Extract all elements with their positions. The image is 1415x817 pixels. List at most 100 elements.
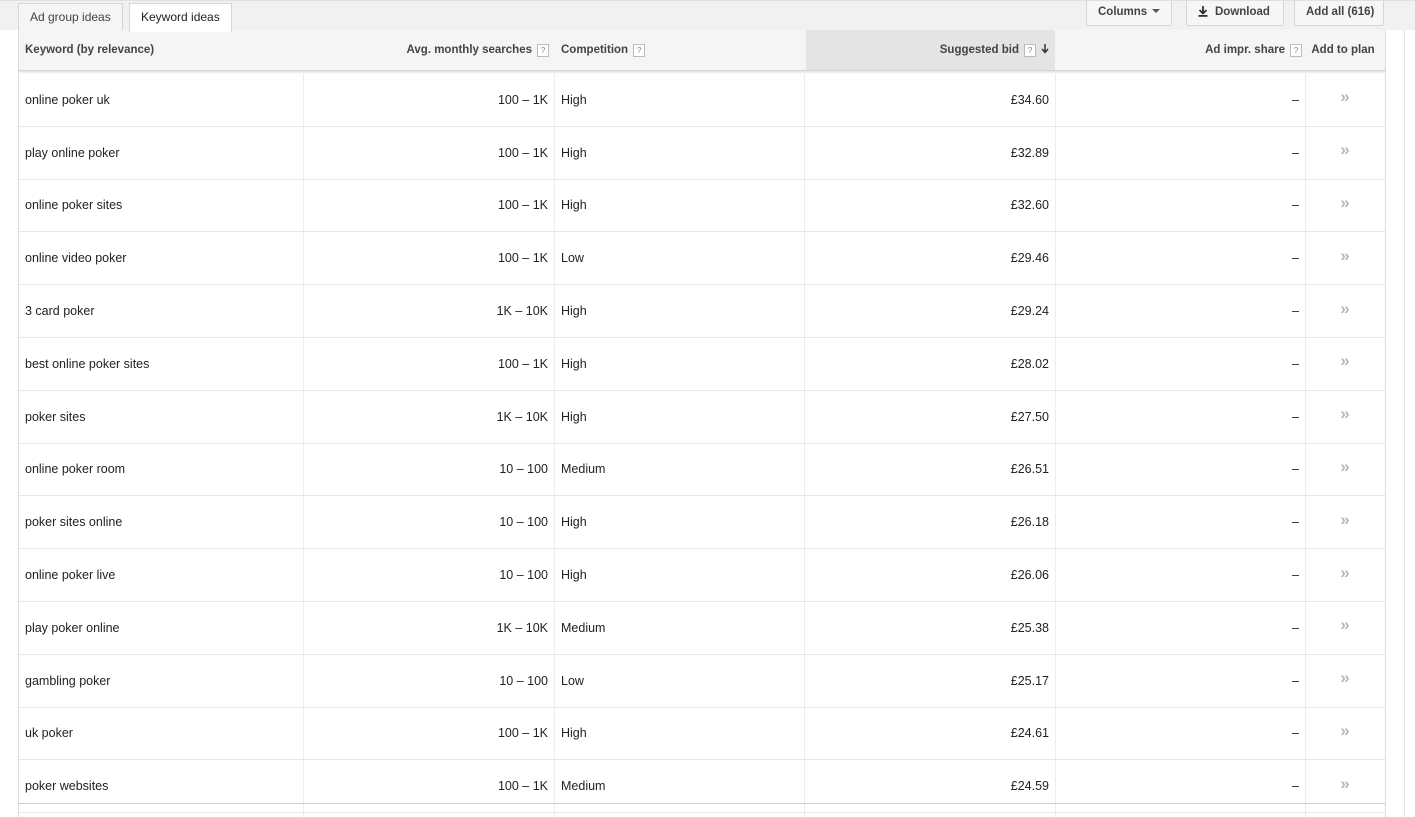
keyword-cell-text: gambling poker (25, 673, 111, 688)
add-all-button[interactable]: Add all (616) (1294, 1, 1384, 26)
keyword-cell-text: online poker room (25, 462, 126, 477)
avg-searches-cell: 100 – 1K (303, 74, 554, 126)
add-to-plan-icon[interactable]: » (1340, 458, 1349, 475)
help-icon[interactable]: ? (537, 44, 549, 57)
suggested-bid-cell: £25.38 (804, 602, 1055, 654)
keyword-cell-text: play poker online (25, 620, 120, 635)
add-to-plan-icon[interactable]: » (1340, 405, 1349, 422)
competition-cell-text: High (561, 568, 587, 583)
competition-cell: High (554, 127, 804, 179)
keyword-cell: gambling poker (19, 655, 303, 707)
columns-button-label: Columns (1098, 6, 1148, 18)
ad-impr-share-cell-text: – (1292, 779, 1299, 794)
avg-searches-cell: 10 – 100 (303, 496, 554, 548)
keyword-cell-text: poker sites online (25, 515, 123, 530)
suggested-bid-cell-text: £24.61 (1010, 726, 1049, 741)
avg-searches-cell: 1K – 10K (303, 391, 554, 443)
competition-cell: High (554, 180, 804, 232)
competition-cell: High (554, 496, 804, 548)
suggested-bid-cell: £29.24 (804, 285, 1055, 337)
tab-keyword-ideas[interactable]: Keyword ideas (129, 3, 232, 32)
header-bid-label: Suggested bid (939, 44, 1019, 56)
add-to-plan-icon[interactable]: » (1340, 722, 1349, 739)
keyword-cell: poker sites online (19, 496, 303, 548)
keyword-cell: play poker online (19, 602, 303, 654)
columns-button[interactable]: Columns (1086, 1, 1172, 26)
avg-searches-cell: 10 – 100 (303, 549, 554, 601)
add-to-plan-cell: » (1305, 338, 1385, 390)
add-to-plan-icon[interactable]: » (1340, 194, 1349, 211)
competition-cell-text: High (561, 198, 587, 213)
header-avg-monthly-searches[interactable]: Avg. monthly searches? (303, 30, 554, 70)
avg-searches-cell-text: 100 – 1K (497, 779, 548, 794)
ad-impr-share-cell-text: – (1292, 356, 1299, 371)
ad-impr-share-cell-text: – (1292, 304, 1299, 319)
add-to-plan-icon[interactable]: » (1340, 669, 1349, 686)
help-icon[interactable]: ? (1024, 44, 1036, 57)
tab-ad-group-ideas[interactable]: Ad group ideas (18, 3, 123, 31)
download-button[interactable]: Download (1186, 1, 1284, 26)
header-keyword[interactable]: Keyword (by relevance) (19, 30, 303, 70)
ad-impr-share-cell-text: – (1292, 673, 1299, 688)
ad-impr-share-cell: – (1055, 74, 1305, 126)
add-to-plan-icon[interactable]: » (1340, 775, 1349, 792)
download-button-label: Download (1215, 6, 1270, 18)
avg-searches-cell: 100 – 1K (303, 180, 554, 232)
suggested-bid-cell: £27.50 (804, 391, 1055, 443)
avg-searches-cell: 1K – 10K (303, 285, 554, 337)
keyword-cell: online video poker (19, 232, 303, 284)
avg-searches-cell-text: 100 – 1K (497, 92, 548, 107)
suggested-bid-cell-text: £28.02 (1010, 356, 1049, 371)
add-to-plan-icon[interactable]: » (1340, 141, 1349, 158)
header-add-to-plan: Add to plan (1305, 30, 1385, 70)
competition-cell: Medium (554, 760, 804, 812)
table-bottom-border (18, 803, 1386, 804)
ad-impr-share-cell-text: – (1292, 198, 1299, 213)
header-suggested-bid[interactable]: Suggested bid? (806, 30, 1055, 70)
competition-cell-text: High (561, 515, 587, 530)
suggested-bid-cell: £24.59 (804, 760, 1055, 812)
keyword-cell-text: online poker live (25, 568, 116, 583)
keyword-cell: play online poker (19, 127, 303, 179)
help-icon[interactable]: ? (633, 44, 646, 57)
competition-cell-text: Low (561, 251, 584, 266)
suggested-bid-cell: £26.06 (804, 549, 1055, 601)
add-to-plan-icon[interactable]: » (1340, 352, 1349, 369)
table-body: online poker uk 100 – 1K High £34.60–» play … (19, 74, 1385, 814)
suggested-bid-cell-text: £26.18 (1010, 515, 1049, 530)
add-to-plan-icon[interactable]: » (1340, 300, 1349, 317)
add-to-plan-icon[interactable]: » (1340, 88, 1349, 105)
competition-cell: Low (554, 655, 804, 707)
ad-impr-share-cell: – (1055, 285, 1305, 337)
keyword-cell: uk poker (19, 708, 303, 760)
add-to-plan-cell: » (1305, 74, 1385, 126)
add-to-plan-icon[interactable]: » (1340, 616, 1349, 633)
add-to-plan-cell: » (1305, 496, 1385, 548)
avg-searches-cell-text: 1K – 10K (496, 304, 548, 319)
add-to-plan-cell: » (1305, 285, 1385, 337)
header-competition[interactable]: Competition? (554, 30, 804, 70)
keyword-cell-text: online poker sites (25, 198, 123, 213)
table-row: uk poker 100 – 1K High £24.61 – » (19, 708, 1385, 761)
avg-searches-cell: 10 – 100 (303, 655, 554, 707)
table-row: poker sites 1K – 10K High £27.50 – » (19, 391, 1385, 444)
avg-searches-cell-text: 100 – 1K (497, 726, 548, 741)
table-row: 3 card poker 1K – 10K High £29.24 – » (19, 285, 1385, 338)
ad-impr-share-cell: – (1055, 232, 1305, 284)
header-ad-impr-share[interactable]: Ad impr. share? (1055, 30, 1305, 70)
competition-cell-text: Medium (561, 779, 606, 794)
avg-searches-cell: 100 – 1K (303, 760, 554, 812)
page-right-edge (1404, 30, 1405, 817)
competition-cell: Medium (554, 444, 804, 496)
keyword-cell: online poker uk (19, 74, 303, 126)
add-to-plan-cell: » (1305, 127, 1385, 179)
add-to-plan-icon[interactable]: » (1340, 247, 1349, 264)
help-icon[interactable]: ? (1290, 44, 1302, 57)
keyword-cell: online poker live (19, 549, 303, 601)
table-row: online poker live 10 – 100 High £26.06 – » (19, 549, 1385, 602)
add-to-plan-icon[interactable]: » (1340, 511, 1349, 528)
add-to-plan-icon[interactable]: » (1340, 564, 1349, 581)
avg-searches-cell-text: 100 – 1K (497, 145, 548, 160)
suggested-bid-cell-text: £32.89 (1010, 145, 1049, 160)
keyword-cell-text: play online poker (25, 145, 120, 160)
